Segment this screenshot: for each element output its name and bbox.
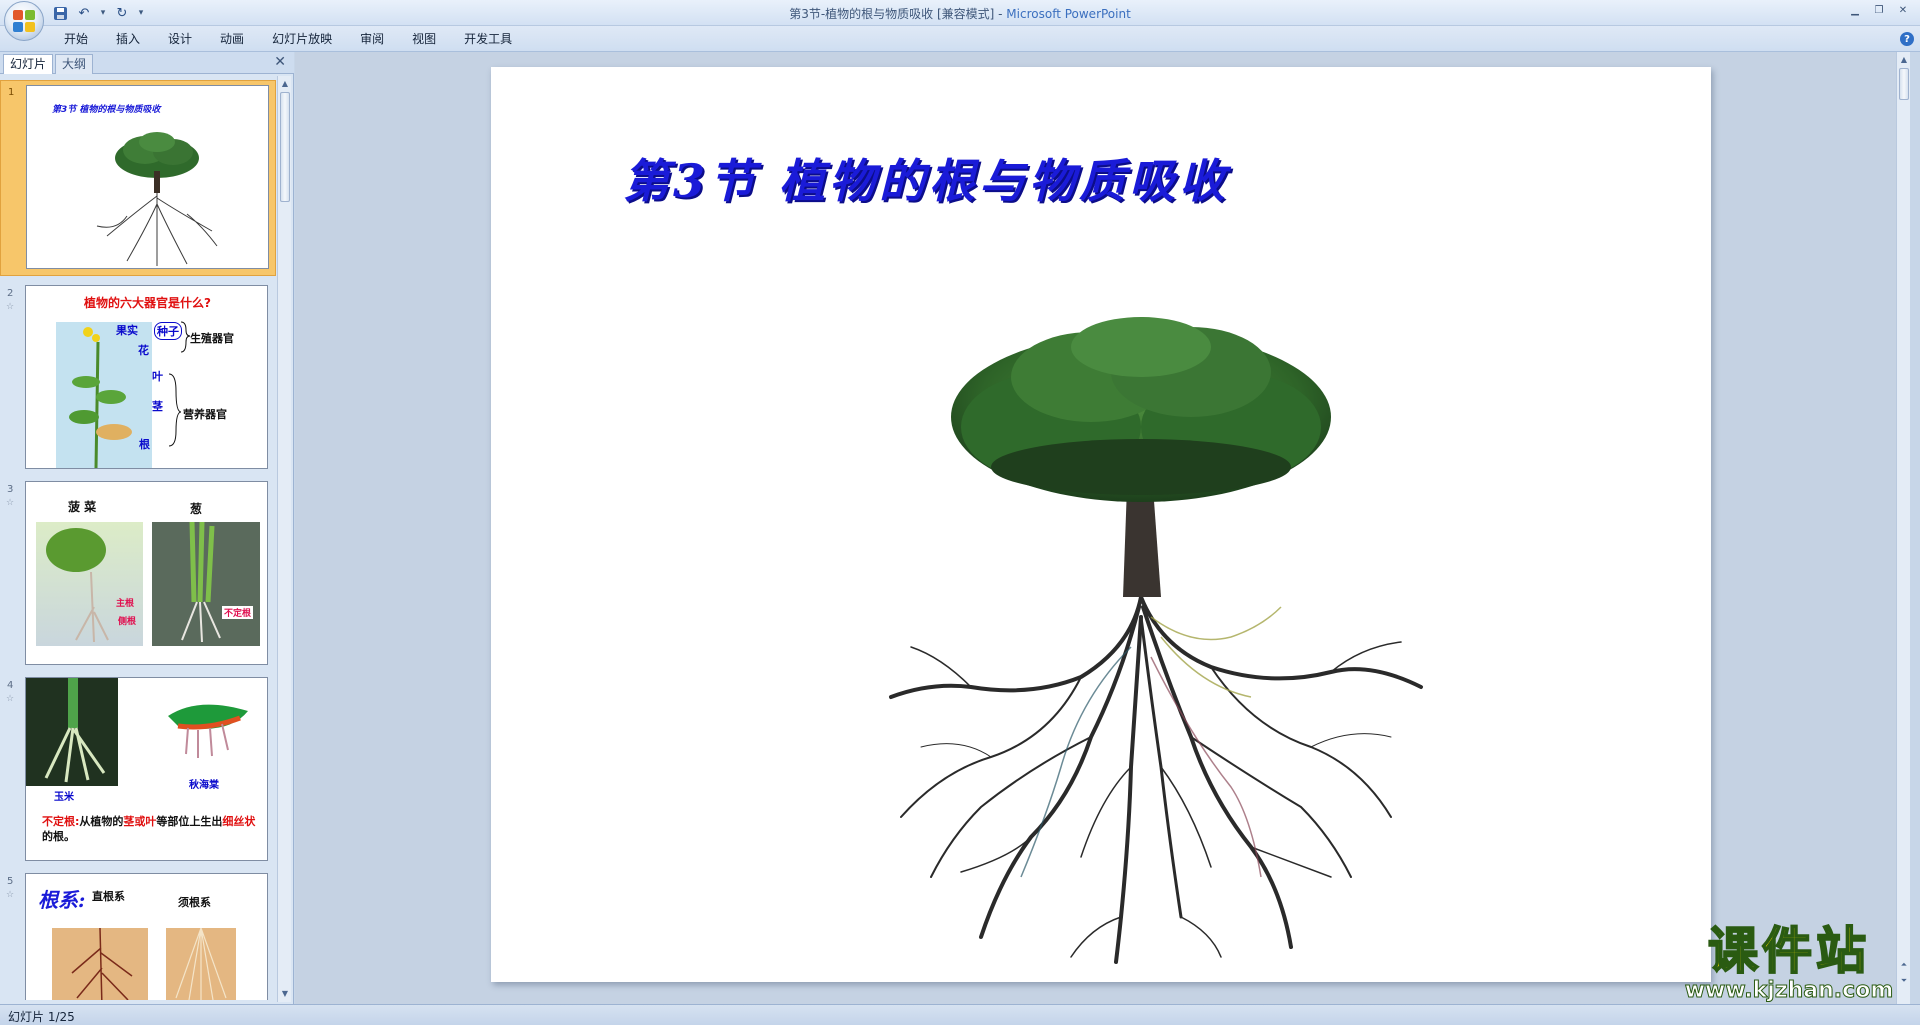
tree-with-roots-illustration bbox=[889, 317, 1423, 964]
tab-developer[interactable]: 开发工具 bbox=[450, 26, 526, 52]
thumbnail-scrollbar[interactable]: ▲ ▼ bbox=[277, 76, 291, 1002]
ribbon-tabs: 开始 插入 设计 动画 幻灯片放映 审阅 视图 开发工具 bbox=[50, 26, 526, 52]
brace-lines bbox=[168, 321, 191, 447]
tab-slides[interactable]: 幻灯片 bbox=[3, 54, 54, 74]
taproot-illustration bbox=[71, 927, 133, 1000]
scroll-down-icon[interactable]: ▼ bbox=[278, 986, 292, 1000]
app-name: Microsoft PowerPoint bbox=[1006, 7, 1131, 21]
ribbon-tab-bar: 开始 插入 设计 动画 幻灯片放映 审阅 视图 开发工具 ? bbox=[0, 26, 1920, 52]
thumbnail-preview: 根系: 直根系 须根系 bbox=[25, 873, 268, 1000]
adventitious-root-definition: 不定根:从植物的茎或叶等部位上生出细丝状的根。 bbox=[42, 814, 264, 844]
fibrous-root-illustration bbox=[175, 927, 227, 1000]
slide-thumbnail-4[interactable]: 4 ☆ 玉米 秋海棠 不定根:从植物的茎或叶等部位上生出细丝状的根。 bbox=[0, 674, 276, 870]
thumbnail-preview: 植物的六大器官是什么? 果实 种子 花 生殖器官 叶 茎 营养器官 根 bbox=[25, 285, 268, 469]
label-taproot-system: 直根系 bbox=[92, 890, 125, 903]
slide-number: 4 bbox=[7, 680, 14, 691]
scrollbar-thumb[interactable] bbox=[280, 92, 290, 202]
tab-view[interactable]: 视图 bbox=[398, 26, 450, 52]
slide-scrollbar[interactable]: ▲ ⏶ ⏷ bbox=[1896, 52, 1910, 1004]
label-begonia: 秋海棠 bbox=[189, 780, 219, 791]
definition-text: 从植物的 bbox=[79, 815, 124, 828]
label-fibrous-root-system: 须根系 bbox=[178, 896, 211, 909]
close-button[interactable]: ✕ bbox=[1892, 3, 1914, 17]
slides-pane: 幻灯片 大纲 ✕ 1 第3节 植物的根与物质吸收 2 ☆ 植物的六大器官是什么?… bbox=[0, 52, 294, 1004]
restore-icon: ❐ bbox=[1874, 4, 1884, 16]
tab-slide-show[interactable]: 幻灯片放映 bbox=[258, 26, 346, 52]
status-bar: 幻灯片 1/25 bbox=[0, 1004, 1920, 1025]
thumbnail-preview: 第3节 植物的根与物质吸收 bbox=[26, 85, 269, 269]
tab-design[interactable]: 设计 bbox=[154, 26, 206, 52]
definition-text: 的根。 bbox=[42, 830, 75, 843]
pane-tabs: 幻灯片 大纲 ✕ bbox=[0, 52, 294, 74]
watermark-logo: 课件站 www.kjzhan.com bbox=[1672, 921, 1906, 1004]
fibrous-root-image bbox=[166, 927, 236, 1000]
begonia-image bbox=[158, 696, 254, 766]
thumbnail-preview: 菠 菜 葱 主根 侧根 不定根 bbox=[25, 481, 268, 665]
animation-star-icon: ☆ bbox=[6, 498, 15, 508]
begonia-illustration bbox=[168, 704, 248, 758]
close-pane-button[interactable]: ✕ bbox=[274, 54, 286, 70]
help-icon: ? bbox=[1904, 33, 1910, 45]
label-root-system: 根系: bbox=[38, 888, 86, 912]
tab-animations[interactable]: 动画 bbox=[206, 26, 258, 52]
current-slide[interactable]: 第3节 植物的根与物质吸收 bbox=[491, 67, 1711, 982]
close-icon: ✕ bbox=[1898, 4, 1908, 16]
scroll-up-icon[interactable]: ▲ bbox=[1897, 52, 1911, 66]
slide-counter: 幻灯片 1/25 bbox=[8, 1010, 75, 1024]
slide-number: 1 bbox=[8, 87, 15, 98]
spinach-image bbox=[36, 522, 143, 646]
animation-star-icon: ☆ bbox=[6, 890, 15, 900]
slide-number: 2 bbox=[7, 288, 14, 299]
slide-title[interactable]: 第3节 植物的根与物质吸收 bbox=[623, 145, 1229, 211]
corn-root-image bbox=[26, 678, 118, 786]
definition-text: 等部位上生出 bbox=[156, 815, 223, 828]
label-adventitious-root: 不定根 bbox=[222, 606, 254, 619]
scallion-illustration bbox=[181, 521, 221, 643]
tab-insert[interactable]: 插入 bbox=[102, 26, 154, 52]
scrollbar-thumb[interactable] bbox=[1899, 68, 1909, 100]
tree-image[interactable] bbox=[831, 317, 1451, 967]
label-scallion: 葱 bbox=[190, 502, 203, 516]
title-bar: ↶ ▾ ↻ ▾ 第3节-植物的根与物质吸收 [兼容模式] - Microsoft… bbox=[0, 0, 1920, 26]
restore-button[interactable]: ❐ bbox=[1868, 3, 1890, 17]
tab-home[interactable]: 开始 bbox=[50, 26, 102, 52]
help-button[interactable]: ? bbox=[1900, 32, 1914, 46]
slide-number: 5 bbox=[7, 876, 14, 887]
watermark-url: www.kjzhan.com bbox=[1684, 978, 1894, 1003]
definition-highlight: 细丝状 bbox=[222, 815, 256, 828]
tab-outline[interactable]: 大纲 bbox=[55, 54, 94, 74]
office-logo-icon bbox=[13, 10, 35, 32]
animation-star-icon: ☆ bbox=[6, 694, 15, 704]
tree-thumbnail-image bbox=[96, 132, 218, 266]
slide-thumbnail-5[interactable]: 5 ☆ 根系: 直根系 须根系 bbox=[0, 870, 276, 1000]
slide-thumbnail-list: 1 第3节 植物的根与物质吸收 2 ☆ 植物的六大器官是什么? 果实 种子 花 … bbox=[0, 76, 276, 1000]
slide-thumbnail-3[interactable]: 3 ☆ 菠 菜 葱 主根 侧根 不定根 bbox=[0, 478, 276, 674]
window-controls: ▁ ❐ ✕ bbox=[1844, 3, 1914, 17]
slide-thumbnail-1[interactable]: 1 第3节 植物的根与物质吸收 bbox=[0, 80, 276, 276]
thumbnail-preview: 玉米 秋海棠 不定根:从植物的茎或叶等部位上生出细丝状的根。 bbox=[25, 677, 268, 861]
definition-term: 不定根: bbox=[42, 815, 80, 828]
slide-editing-area: 第3节 植物的根与物质吸收 ▲ ⏶ ⏷ bbox=[295, 52, 1910, 1004]
spinach-illustration bbox=[46, 528, 109, 643]
tab-review[interactable]: 审阅 bbox=[346, 26, 398, 52]
definition-highlight: 茎或叶 bbox=[123, 815, 157, 828]
label-spinach: 菠 菜 bbox=[68, 500, 97, 514]
slide-thumbnail-2[interactable]: 2 ☆ 植物的六大器官是什么? 果实 种子 花 生殖器官 叶 茎 营养器官 根 bbox=[0, 282, 276, 478]
scroll-up-icon[interactable]: ▲ bbox=[278, 76, 292, 90]
scallion-image bbox=[152, 521, 260, 646]
window-title: 第3节-植物的根与物质吸收 [兼容模式] - Microsoft PowerPo… bbox=[0, 5, 1920, 22]
slide-number: 3 bbox=[7, 484, 14, 495]
taproot-image bbox=[52, 927, 148, 1000]
close-icon: ✕ bbox=[274, 54, 286, 70]
corn-root-illustration bbox=[44, 678, 106, 783]
document-title: 第3节-植物的根与物质吸收 [兼容模式] - bbox=[789, 7, 1007, 21]
label-lateral-root: 侧根 bbox=[118, 617, 137, 627]
office-button[interactable] bbox=[4, 1, 44, 41]
minimize-button[interactable]: ▁ bbox=[1844, 3, 1866, 17]
watermark-brand: 课件站 bbox=[1707, 921, 1870, 981]
label-corn: 玉米 bbox=[54, 792, 74, 803]
label-taproot: 主根 bbox=[116, 599, 135, 609]
animation-star-icon: ☆ bbox=[6, 302, 15, 312]
minimize-icon: ▁ bbox=[1851, 4, 1859, 16]
